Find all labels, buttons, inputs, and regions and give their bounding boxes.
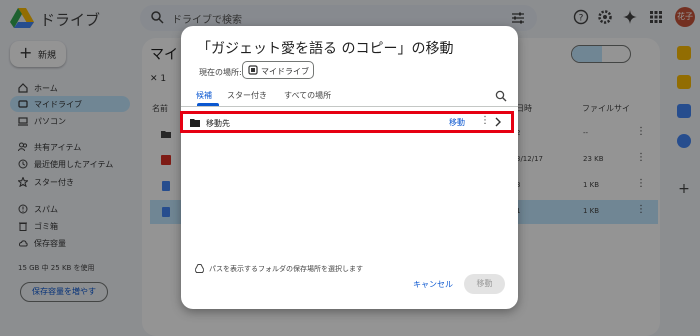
- tab-all-locations[interactable]: すべての場所: [284, 90, 331, 101]
- move-dialog: 「ガジェット愛を語る のコピー」の移動 現在の場所: マイドライブ 候補 スター…: [181, 26, 518, 309]
- tab-divider: [181, 106, 518, 107]
- tab-suggested[interactable]: 候補: [196, 90, 212, 101]
- location-hint: パスを表示するフォルダの保存場所を選択します: [195, 263, 495, 275]
- cancel-button[interactable]: キャンセル: [413, 279, 453, 290]
- current-location-chip[interactable]: マイドライブ: [242, 61, 314, 79]
- drive-icon: [248, 65, 258, 75]
- move-button[interactable]: 移動: [464, 274, 505, 294]
- current-location-label: 現在の場所:: [199, 68, 242, 77]
- search-icon[interactable]: [495, 90, 507, 102]
- tab-starred[interactable]: スター付き: [227, 90, 267, 101]
- drive-icon: [195, 264, 204, 273]
- dialog-title: 「ガジェット愛を語る のコピー」の移動: [197, 41, 454, 57]
- hint-text: パスを表示するフォルダの保存場所を選択します: [209, 265, 363, 273]
- current-location-name: マイドライブ: [261, 67, 309, 76]
- highlight-annotation: [180, 111, 514, 133]
